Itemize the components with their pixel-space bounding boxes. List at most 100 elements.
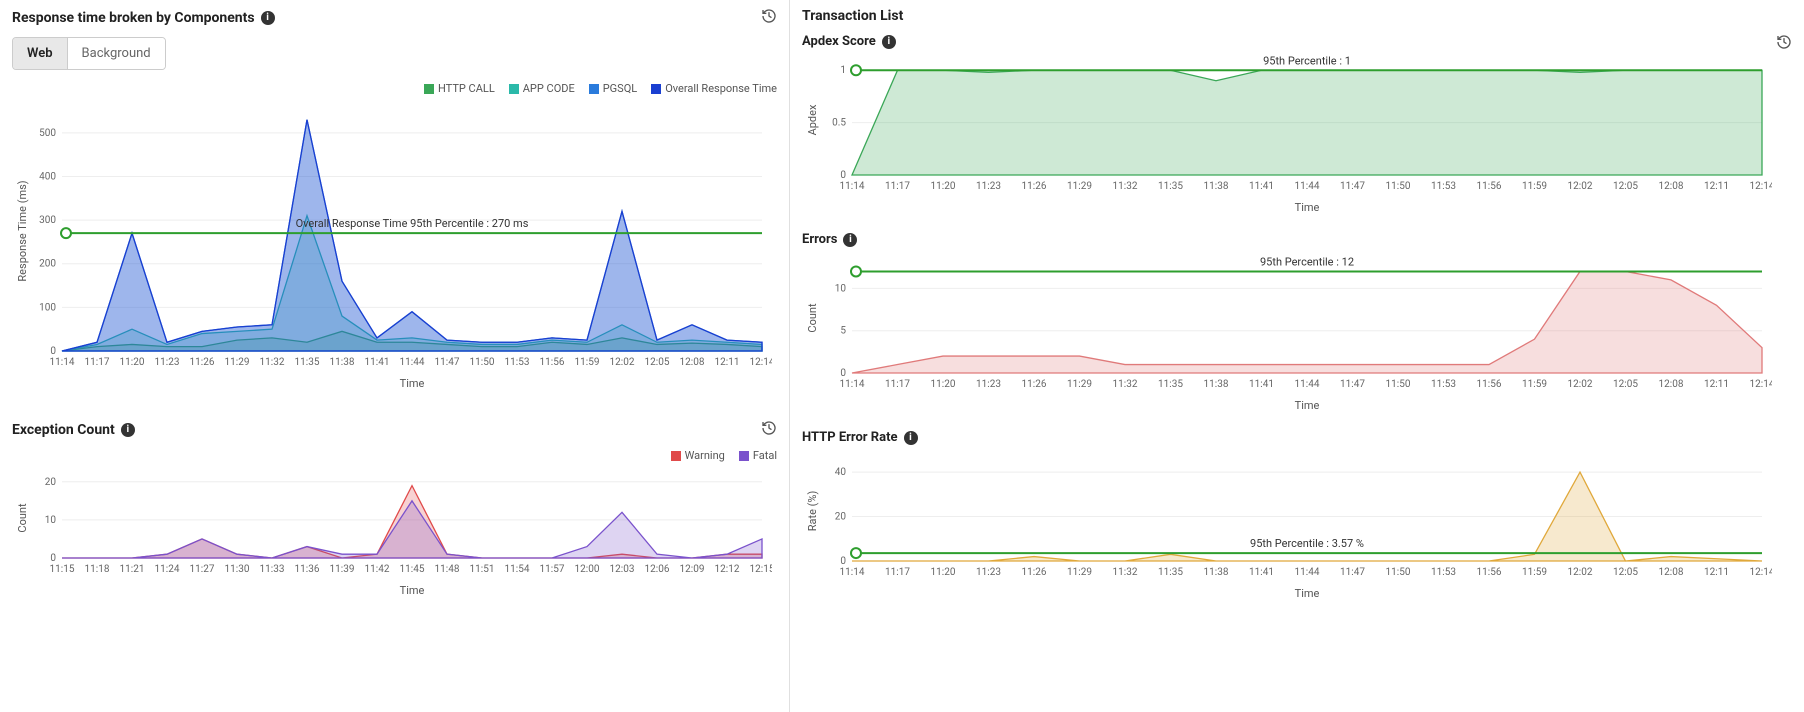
http-error-rate-chart[interactable]: 0204095th Percentile : 3.57 %11:1411:171… — [802, 451, 1792, 604]
svg-text:Response Time (ms): Response Time (ms) — [16, 180, 29, 281]
errors-chart[interactable]: 051095th Percentile : 1211:1411:1711:201… — [802, 253, 1792, 416]
svg-text:11:20: 11:20 — [931, 567, 956, 578]
svg-text:12:00: 12:00 — [575, 564, 600, 575]
history-icon[interactable] — [1776, 34, 1792, 53]
svg-text:0: 0 — [840, 556, 846, 567]
svg-text:11:50: 11:50 — [470, 357, 495, 368]
svg-text:Overall Response Time 95th Per: Overall Response Time 95th Percentile : … — [296, 217, 529, 230]
legend-app-code[interactable]: APP CODE — [509, 82, 575, 95]
svg-text:5: 5 — [840, 326, 846, 337]
svg-text:11:20: 11:20 — [931, 379, 956, 390]
svg-text:11:20: 11:20 — [931, 181, 956, 192]
info-icon[interactable]: i — [882, 35, 896, 49]
svg-text:11:29: 11:29 — [1067, 379, 1092, 390]
svg-text:10: 10 — [45, 515, 57, 526]
svg-text:11:53: 11:53 — [1431, 181, 1456, 192]
svg-text:Time: Time — [1295, 587, 1320, 600]
svg-text:11:32: 11:32 — [1113, 379, 1138, 390]
legend-overall[interactable]: Overall Response Time — [651, 82, 777, 95]
svg-text:12:11: 12:11 — [1704, 379, 1729, 390]
svg-text:11:44: 11:44 — [1295, 181, 1320, 192]
svg-text:Time: Time — [400, 377, 425, 390]
svg-text:11:17: 11:17 — [885, 567, 910, 578]
svg-text:11:23: 11:23 — [976, 379, 1001, 390]
svg-text:11:29: 11:29 — [1067, 567, 1092, 578]
exception-count-chart[interactable]: 0102011:1511:1811:2111:2411:2711:3011:33… — [12, 468, 777, 601]
info-icon[interactable]: i — [121, 423, 135, 437]
svg-text:100: 100 — [39, 302, 56, 313]
svg-text:11:18: 11:18 — [85, 564, 110, 575]
svg-text:11:50: 11:50 — [1386, 181, 1411, 192]
svg-text:11:47: 11:47 — [1340, 567, 1365, 578]
svg-text:12:14: 12:14 — [1750, 379, 1772, 390]
svg-text:11:47: 11:47 — [1340, 379, 1365, 390]
svg-text:11:14: 11:14 — [840, 379, 865, 390]
tab-background[interactable]: Background — [68, 38, 165, 69]
svg-text:11:33: 11:33 — [260, 564, 285, 575]
svg-text:11:59: 11:59 — [1522, 567, 1547, 578]
svg-text:11:51: 11:51 — [470, 564, 495, 575]
svg-text:11:17: 11:17 — [885, 379, 910, 390]
svg-text:Rate (%): Rate (%) — [806, 491, 819, 532]
errors-title: Errors — [802, 232, 837, 247]
svg-text:11:56: 11:56 — [1477, 567, 1502, 578]
svg-text:Count: Count — [16, 503, 29, 533]
svg-text:12:11: 12:11 — [1704, 567, 1729, 578]
svg-text:12:08: 12:08 — [680, 357, 705, 368]
response-time-title: Response time broken by Components — [12, 10, 255, 26]
svg-text:11:56: 11:56 — [1477, 181, 1502, 192]
svg-text:11:38: 11:38 — [1204, 379, 1229, 390]
svg-text:11:41: 11:41 — [1249, 379, 1274, 390]
info-icon[interactable]: i — [261, 11, 275, 25]
svg-text:12:05: 12:05 — [1613, 181, 1638, 192]
svg-text:12:02: 12:02 — [610, 357, 635, 368]
svg-text:12:14: 12:14 — [1750, 567, 1772, 578]
transaction-list-title: Transaction List — [802, 8, 903, 24]
history-icon[interactable] — [761, 8, 777, 27]
svg-text:12:11: 12:11 — [715, 357, 740, 368]
svg-text:12:03: 12:03 — [610, 564, 635, 575]
apdex-title: Apdex Score — [802, 34, 876, 49]
svg-text:500: 500 — [39, 128, 56, 139]
apdex-chart[interactable]: 00.5195th Percentile : 111:1411:1711:201… — [802, 55, 1792, 218]
svg-text:11:26: 11:26 — [190, 357, 215, 368]
tab-web[interactable]: Web — [13, 38, 68, 69]
svg-text:12:05: 12:05 — [645, 357, 670, 368]
svg-text:11:41: 11:41 — [365, 357, 390, 368]
legend-http-call[interactable]: HTTP CALL — [424, 82, 495, 95]
svg-text:11:59: 11:59 — [1522, 379, 1547, 390]
svg-text:11:35: 11:35 — [1158, 181, 1183, 192]
svg-text:11:54: 11:54 — [505, 564, 530, 575]
response-time-chart[interactable]: 0100200300400500Overall Response Time 95… — [12, 101, 777, 394]
svg-text:11:32: 11:32 — [1113, 181, 1138, 192]
exception-legend: Warning Fatal — [12, 449, 777, 462]
exception-count-title: Exception Count — [12, 422, 115, 438]
history-icon[interactable] — [761, 420, 777, 439]
svg-text:11:50: 11:50 — [1386, 379, 1411, 390]
http-error-rate-title: HTTP Error Rate — [802, 430, 898, 445]
svg-text:11:29: 11:29 — [1067, 181, 1092, 192]
svg-text:12:05: 12:05 — [1613, 567, 1638, 578]
svg-text:11:26: 11:26 — [1022, 567, 1047, 578]
svg-text:11:47: 11:47 — [1340, 181, 1365, 192]
svg-text:10: 10 — [835, 283, 847, 294]
svg-text:11:42: 11:42 — [365, 564, 390, 575]
svg-text:Apdex: Apdex — [806, 104, 819, 135]
svg-text:20: 20 — [835, 512, 847, 523]
svg-text:11:44: 11:44 — [1295, 379, 1320, 390]
svg-text:12:02: 12:02 — [1568, 379, 1593, 390]
svg-text:11:44: 11:44 — [400, 357, 425, 368]
svg-text:200: 200 — [39, 259, 56, 270]
svg-text:0.5: 0.5 — [832, 118, 846, 129]
svg-text:11:53: 11:53 — [1431, 379, 1456, 390]
legend-warning[interactable]: Warning — [671, 449, 725, 462]
svg-text:11:23: 11:23 — [976, 181, 1001, 192]
info-icon[interactable]: i — [904, 431, 918, 445]
info-icon[interactable]: i — [843, 233, 857, 247]
legend-pgsql[interactable]: PGSQL — [589, 82, 637, 95]
svg-text:11:56: 11:56 — [540, 357, 565, 368]
svg-text:11:35: 11:35 — [1158, 379, 1183, 390]
legend-fatal[interactable]: Fatal — [739, 449, 777, 462]
svg-text:11:20: 11:20 — [120, 357, 145, 368]
svg-text:95th Percentile : 1: 95th Percentile : 1 — [1263, 55, 1351, 67]
